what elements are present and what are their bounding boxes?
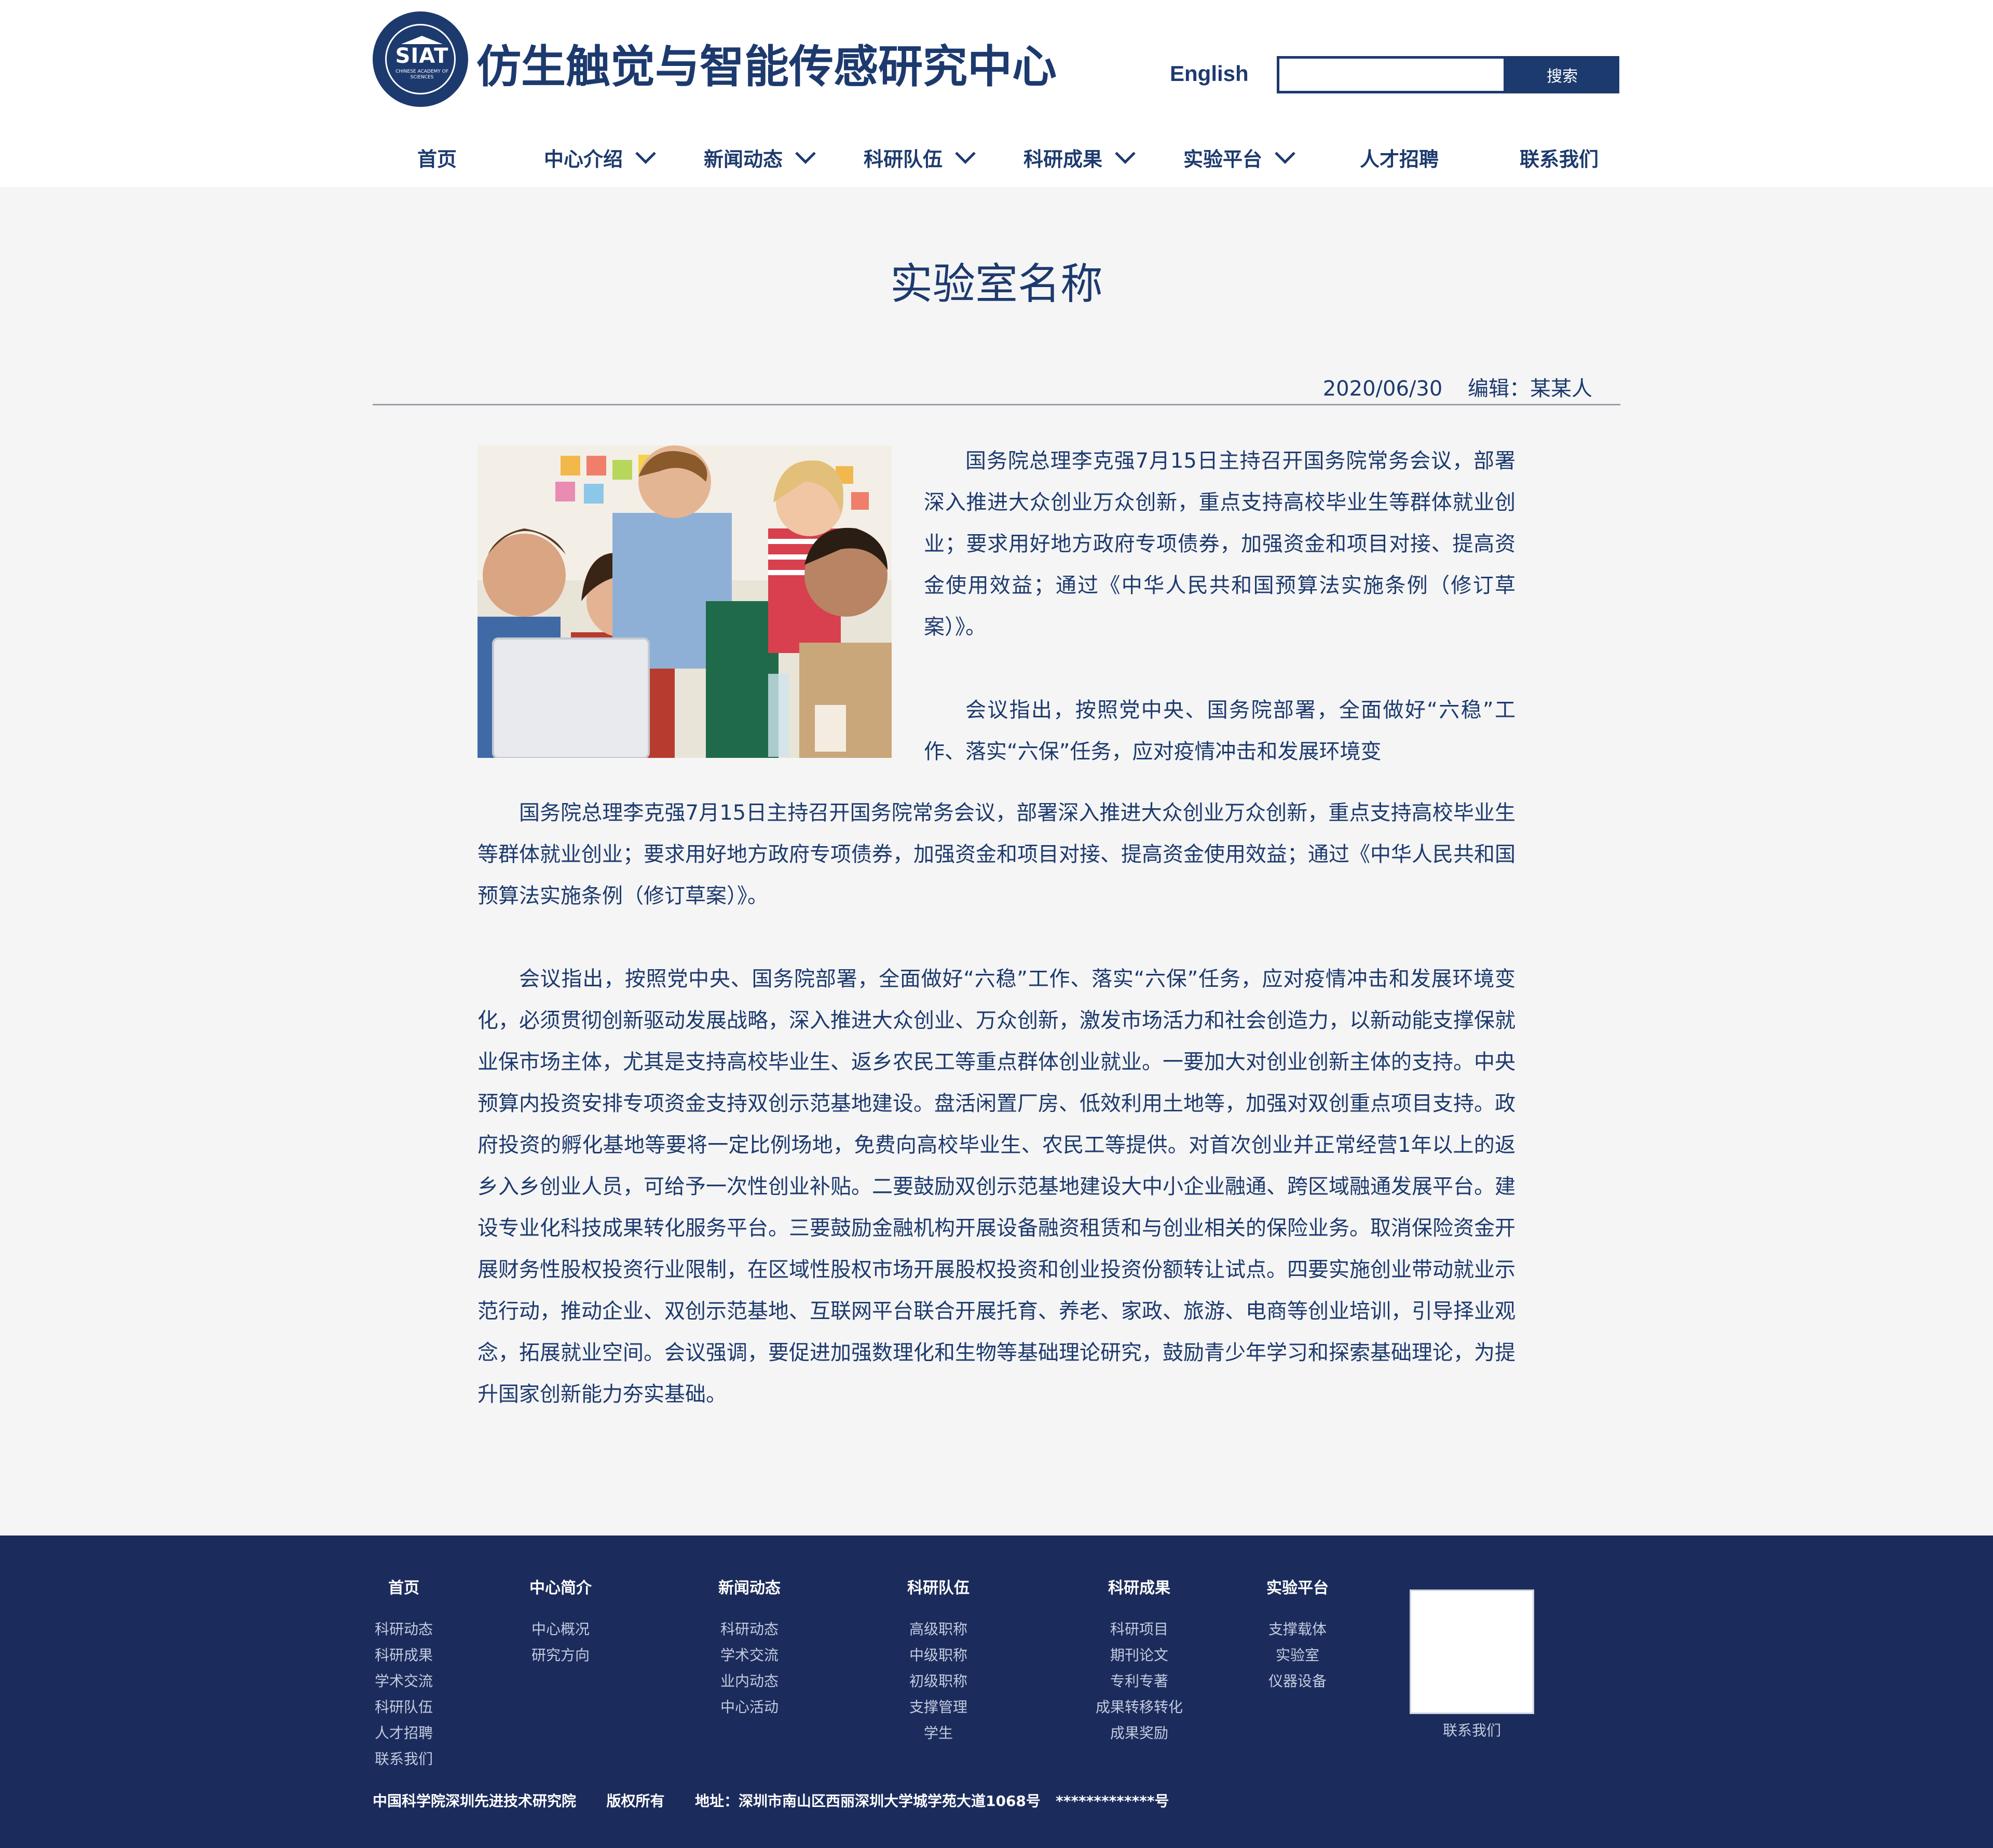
footer-column-title[interactable]: 首页	[373, 1575, 435, 1598]
team-meeting-image	[477, 445, 892, 758]
nav-item-news[interactable]: 新闻动态	[704, 139, 816, 175]
qr-label[interactable]: 联系我们	[1410, 1719, 1534, 1740]
footer-link[interactable]: 学生	[907, 1720, 970, 1746]
search-input[interactable]	[1277, 56, 1506, 93]
footer-column-title[interactable]: 科研成果	[1095, 1575, 1183, 1598]
article-paragraph: 会议指出，按照党中央、国务院部署，全面做好“六稳”工作、落实“六保”任务，应对疫…	[924, 698, 1516, 764]
copyright-text: 中国科学院深圳先进技术研究院 版权所有 地址：深圳市南山区西丽深圳大学城学苑大道…	[373, 1792, 1169, 1810]
nav-item-contact[interactable]: 联系我们	[1520, 139, 1599, 175]
footer-column-research-team: 科研队伍 高级职称 中级职称 初级职称 支撑管理 学生	[907, 1575, 970, 1746]
footer-link[interactable]: 成果转移转化	[1095, 1694, 1183, 1720]
search-button[interactable]: 搜索	[1505, 56, 1619, 93]
footer-link[interactable]: 人才招聘	[373, 1720, 435, 1746]
nav-item-label: 联系我们	[1520, 147, 1599, 171]
footer-link[interactable]: 联系我们	[373, 1746, 435, 1772]
footer-link[interactable]: 学术交流	[373, 1668, 435, 1694]
nav-item-label: 首页	[417, 147, 457, 171]
nav-item-achievements[interactable]: 科研成果	[1023, 139, 1136, 175]
chevron-down-icon	[1275, 143, 1295, 164]
logo-ring: SIAT CHINESE ACADEMY OF SCIENCES	[385, 24, 456, 94]
footer-link[interactable]: 支撑载体	[1266, 1616, 1329, 1642]
article-paragraph: 国务院总理李克强7月15日主持召开国务院常务会议，部署深入推进大众创业万众创新，…	[477, 801, 1516, 908]
footer-link[interactable]: 中级职称	[907, 1642, 970, 1668]
nav-item-center-intro[interactable]: 中心介绍	[544, 139, 656, 175]
nav-item-label: 科研队伍	[864, 147, 943, 171]
site-title[interactable]: 仿生触觉与智能传感研究中心	[476, 30, 1057, 95]
main-nav: 首页 中心介绍 新闻动态 科研队伍 科研成果 实验平台 人才招聘 联系我们	[373, 139, 1620, 175]
chevron-down-icon	[1115, 143, 1136, 164]
nav-item-label: 实验平台	[1183, 147, 1263, 171]
english-link[interactable]: English	[1170, 61, 1249, 86]
footer-link[interactable]: 科研项目	[1095, 1616, 1183, 1642]
footer-link[interactable]: 科研动态	[373, 1616, 435, 1642]
footer-link[interactable]: 实验室	[1266, 1642, 1329, 1668]
nav-item-research-team[interactable]: 科研队伍	[864, 139, 976, 175]
footer-link[interactable]: 期刊论文	[1095, 1642, 1183, 1668]
article-paragraph: 会议指出，按照党中央、国务院部署，全面做好“六稳”工作、落实“六保”任务，应对疫…	[477, 967, 1516, 1406]
nav-item-label: 人才招聘	[1360, 147, 1439, 171]
footer-column-home: 首页 科研动态 科研成果 学术交流 科研队伍 人才招聘 联系我们	[373, 1575, 435, 1772]
article-photo	[477, 445, 892, 758]
qr-code	[1410, 1589, 1534, 1714]
footer-column-title[interactable]: 科研队伍	[907, 1575, 970, 1598]
footer-link[interactable]: 成果奖励	[1095, 1720, 1183, 1746]
chevron-down-icon	[795, 143, 816, 164]
logo-roof-shape	[401, 36, 443, 44]
nav-item-home[interactable]: 首页	[417, 139, 457, 175]
chevron-down-icon	[635, 143, 656, 164]
article-editor: 编辑：某某人	[1468, 377, 1592, 401]
footer-link[interactable]: 学术交流	[718, 1642, 781, 1668]
article-paragraph: 国务院总理李克强7月15日主持召开国务院常务会议，部署深入推进大众创业万众创新，…	[924, 449, 1516, 639]
nav-item-label: 中心介绍	[544, 147, 623, 171]
footer-column-title[interactable]: 实验平台	[1266, 1575, 1329, 1598]
nav-item-label: 科研成果	[1023, 147, 1103, 171]
chevron-down-icon	[955, 143, 976, 164]
logo-subtext: CHINESE ACADEMY OF SCIENCES	[395, 69, 448, 80]
siat-logo[interactable]: SIAT CHINESE ACADEMY OF SCIENCES	[373, 11, 468, 107]
article-date: 2020/06/30	[1322, 377, 1443, 401]
site-header: SIAT CHINESE ACADEMY OF SCIENCES 仿生触觉与智能…	[0, 0, 1993, 187]
footer-column-achievements: 科研成果 科研项目 期刊论文 专利专著 成果转移转化 成果奖励	[1095, 1575, 1183, 1746]
footer-link[interactable]: 业内动态	[718, 1668, 781, 1694]
footer-link[interactable]: 中心活动	[718, 1694, 781, 1720]
divider	[373, 404, 1620, 405]
footer-column-lab-platform: 实验平台 支撑载体 实验室 仪器设备	[1266, 1575, 1329, 1694]
article-title: 实验室名称	[890, 260, 1103, 309]
footer-link[interactable]: 中心概况	[529, 1616, 592, 1642]
nav-item-label: 新闻动态	[704, 147, 783, 171]
footer-column-title[interactable]: 中心简介	[529, 1575, 592, 1598]
footer-link[interactable]: 科研动态	[718, 1616, 781, 1642]
footer-link[interactable]: 仪器设备	[1266, 1668, 1329, 1694]
footer-link[interactable]: 科研队伍	[373, 1694, 435, 1720]
footer-link[interactable]: 初级职称	[907, 1668, 970, 1694]
footer-link[interactable]: 支撑管理	[907, 1694, 970, 1720]
footer-link[interactable]: 研究方向	[529, 1642, 592, 1668]
footer-link[interactable]: 高级职称	[907, 1616, 970, 1642]
footer-column-title[interactable]: 新闻动态	[718, 1575, 781, 1598]
nav-item-lab-platform[interactable]: 实验平台	[1183, 139, 1295, 175]
article-meta: 2020/06/30 编辑：某某人	[1304, 372, 1592, 402]
nav-item-careers[interactable]: 人才招聘	[1360, 139, 1439, 175]
footer-column-news: 新闻动态 科研动态 学术交流 业内动态 中心活动	[718, 1575, 781, 1720]
logo-text: SIAT	[395, 44, 449, 68]
footer-link[interactable]: 科研成果	[373, 1642, 435, 1668]
footer-link[interactable]: 专利专著	[1095, 1668, 1183, 1694]
footer-column-center-intro: 中心简介 中心概况 研究方向	[529, 1575, 592, 1668]
